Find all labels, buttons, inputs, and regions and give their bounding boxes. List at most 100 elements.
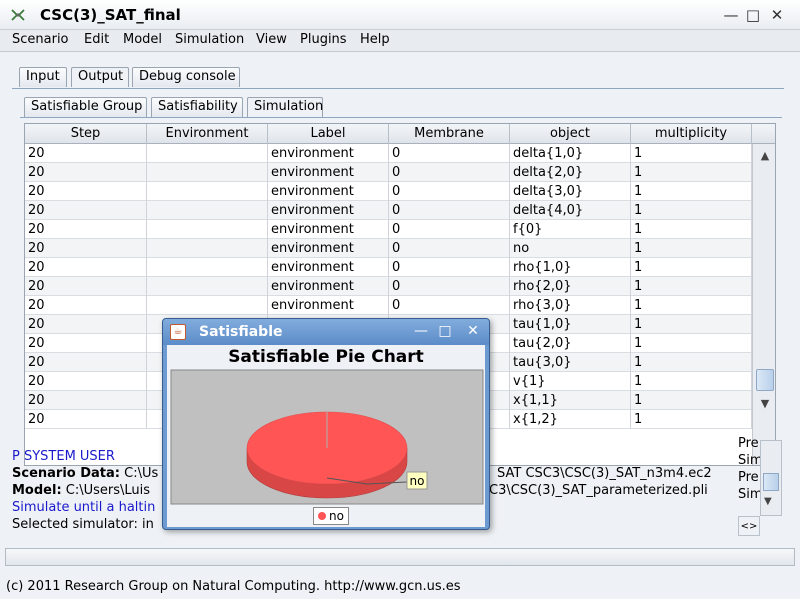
cell-step: 20 (25, 220, 147, 239)
side-scroll-down-icon[interactable]: ▼ (764, 496, 772, 507)
column-header-multiplicity[interactable]: multiplicity (631, 124, 752, 144)
tab-output[interactable]: Output (71, 67, 129, 87)
column-header-membrane[interactable]: Membrane (389, 124, 510, 144)
window-titlebar: CSC(3)_SAT_final — □ ✕ (0, 0, 800, 30)
column-header-label[interactable]: Label (268, 124, 389, 144)
chart-title: Satisfiable Pie Chart (228, 347, 424, 367)
cell-membrane: 0 (389, 201, 510, 220)
app-logo-icon (11, 9, 25, 21)
tab-satisfiability[interactable]: Satisfiability (151, 97, 243, 117)
scroll-up-icon[interactable]: ▲ (755, 146, 775, 166)
cell-label: environment (268, 182, 389, 201)
table-row[interactable]: 20 environment 0 delta{3,0} 1 (25, 182, 752, 201)
cell-environment (147, 182, 268, 201)
cell-step: 20 (25, 315, 147, 334)
cell-object: x{1,1} (510, 391, 631, 410)
cell-step: 20 (25, 372, 147, 391)
cell-object: f{0} (510, 220, 631, 239)
cell-step: 20 (25, 201, 147, 220)
cell-step: 20 (25, 144, 147, 163)
column-header-object[interactable]: object (510, 124, 631, 144)
minimize-icon[interactable]: — (722, 7, 740, 23)
menu-bar: Scenario Edit Model Simulation View Plug… (0, 30, 800, 52)
tab-divider (12, 88, 784, 89)
cell-multiplicity: 1 (631, 277, 752, 296)
cell-step: 20 (25, 391, 147, 410)
table-row[interactable]: 20 environment 0 rho{2,0} 1 (25, 277, 752, 296)
cell-object: v{1} (510, 372, 631, 391)
cell-step: 20 (25, 334, 147, 353)
table-row[interactable]: 20 environment 0 delta{1,0} 1 (25, 144, 752, 163)
menu-simulation[interactable]: Simulation (175, 32, 244, 47)
cell-multiplicity: 1 (631, 182, 752, 201)
dialog-close-icon[interactable]: ✕ (465, 323, 481, 339)
menu-model[interactable]: Model (123, 32, 162, 47)
cell-step: 20 (25, 410, 147, 429)
cell-step: 20 (25, 353, 147, 372)
tab-satisfiable-group[interactable]: Satisfiable Group (24, 97, 147, 117)
legend-swatch (318, 512, 326, 520)
table-row[interactable]: 20 environment 0 rho{3,0} 1 (25, 296, 752, 315)
cell-object: delta{1,0} (510, 144, 631, 163)
cell-multiplicity: 1 (631, 391, 752, 410)
table-row[interactable]: 20 environment 0 f{0} 1 (25, 220, 752, 239)
table-row[interactable]: 20 environment 0 no 1 (25, 239, 752, 258)
cell-multiplicity: 1 (631, 410, 752, 429)
tab-simulation[interactable]: Simulation (247, 97, 323, 117)
window-title: CSC(3)_SAT_final (40, 6, 181, 24)
menu-view[interactable]: View (256, 32, 287, 47)
cell-object: tau{3,0} (510, 353, 631, 372)
side-scrollbar-thumb[interactable] (763, 473, 779, 491)
cell-multiplicity: 1 (631, 315, 752, 334)
cell-multiplicity: 1 (631, 296, 752, 315)
cell-membrane: 0 (389, 258, 510, 277)
cell-environment (147, 277, 268, 296)
table-row[interactable]: 20 environment 0 delta{2,0} 1 (25, 163, 752, 182)
cell-label: environment (268, 201, 389, 220)
cell-multiplicity: 1 (631, 201, 752, 220)
table-header: Step Environment Label Membrane object m… (25, 124, 775, 144)
legend-label: no (329, 509, 344, 523)
footer-credit: (c) 2011 Research Group on Natural Compu… (6, 579, 461, 594)
cell-step: 20 (25, 277, 147, 296)
cell-label: environment (268, 258, 389, 277)
menu-edit[interactable]: Edit (84, 32, 109, 47)
table-row[interactable]: 20 environment 0 delta{4,0} 1 (25, 201, 752, 220)
side-scrollbar[interactable]: ▼ (760, 440, 782, 516)
cell-step: 20 (25, 182, 147, 201)
menu-help[interactable]: Help (360, 32, 390, 47)
dialog-maximize-icon[interactable]: □ (437, 323, 453, 339)
close-icon[interactable]: ✕ (768, 7, 786, 23)
chart-legend: no (313, 507, 349, 525)
cell-environment (147, 144, 268, 163)
dialog-titlebar[interactable]: ☕ Satisfiable — □ ✕ (163, 319, 489, 345)
tab-input[interactable]: Input (19, 67, 67, 87)
log-scenario-label: Scenario Data: (12, 466, 120, 481)
menu-scenario[interactable]: Scenario (12, 32, 69, 47)
cell-membrane: 0 (389, 239, 510, 258)
satisfiable-dialog: ☕ Satisfiable — □ ✕ no Satisfiable Pie C… (162, 318, 490, 530)
cell-label: environment (268, 144, 389, 163)
dialog-minimize-icon[interactable]: — (413, 323, 429, 339)
cell-object: no (510, 239, 631, 258)
cell-step: 20 (25, 163, 147, 182)
table-row[interactable]: 20 environment 0 rho{1,0} 1 (25, 258, 752, 277)
menu-plugins[interactable]: Plugins (300, 32, 347, 47)
horizontal-scroll-icon[interactable]: <> (738, 516, 760, 536)
table-scrollbar[interactable]: ▲ ▼ (752, 144, 775, 465)
maximize-icon[interactable]: □ (744, 7, 762, 23)
cell-environment (147, 220, 268, 239)
cell-multiplicity: 1 (631, 258, 752, 277)
dialog-body: no Satisfiable Pie Chart no (167, 345, 485, 527)
tab-debug-console[interactable]: Debug console (132, 67, 240, 87)
cell-multiplicity: 1 (631, 239, 752, 258)
cell-object: rho{2,0} (510, 277, 631, 296)
scrollbar-thumb[interactable] (756, 369, 774, 391)
cell-label: environment (268, 296, 389, 315)
cell-multiplicity: 1 (631, 353, 752, 372)
cell-environment (147, 239, 268, 258)
scroll-down-icon[interactable]: ▼ (755, 394, 775, 414)
column-header-environment[interactable]: Environment (147, 124, 268, 144)
cell-object: delta{2,0} (510, 163, 631, 182)
column-header-step[interactable]: Step (25, 124, 147, 144)
